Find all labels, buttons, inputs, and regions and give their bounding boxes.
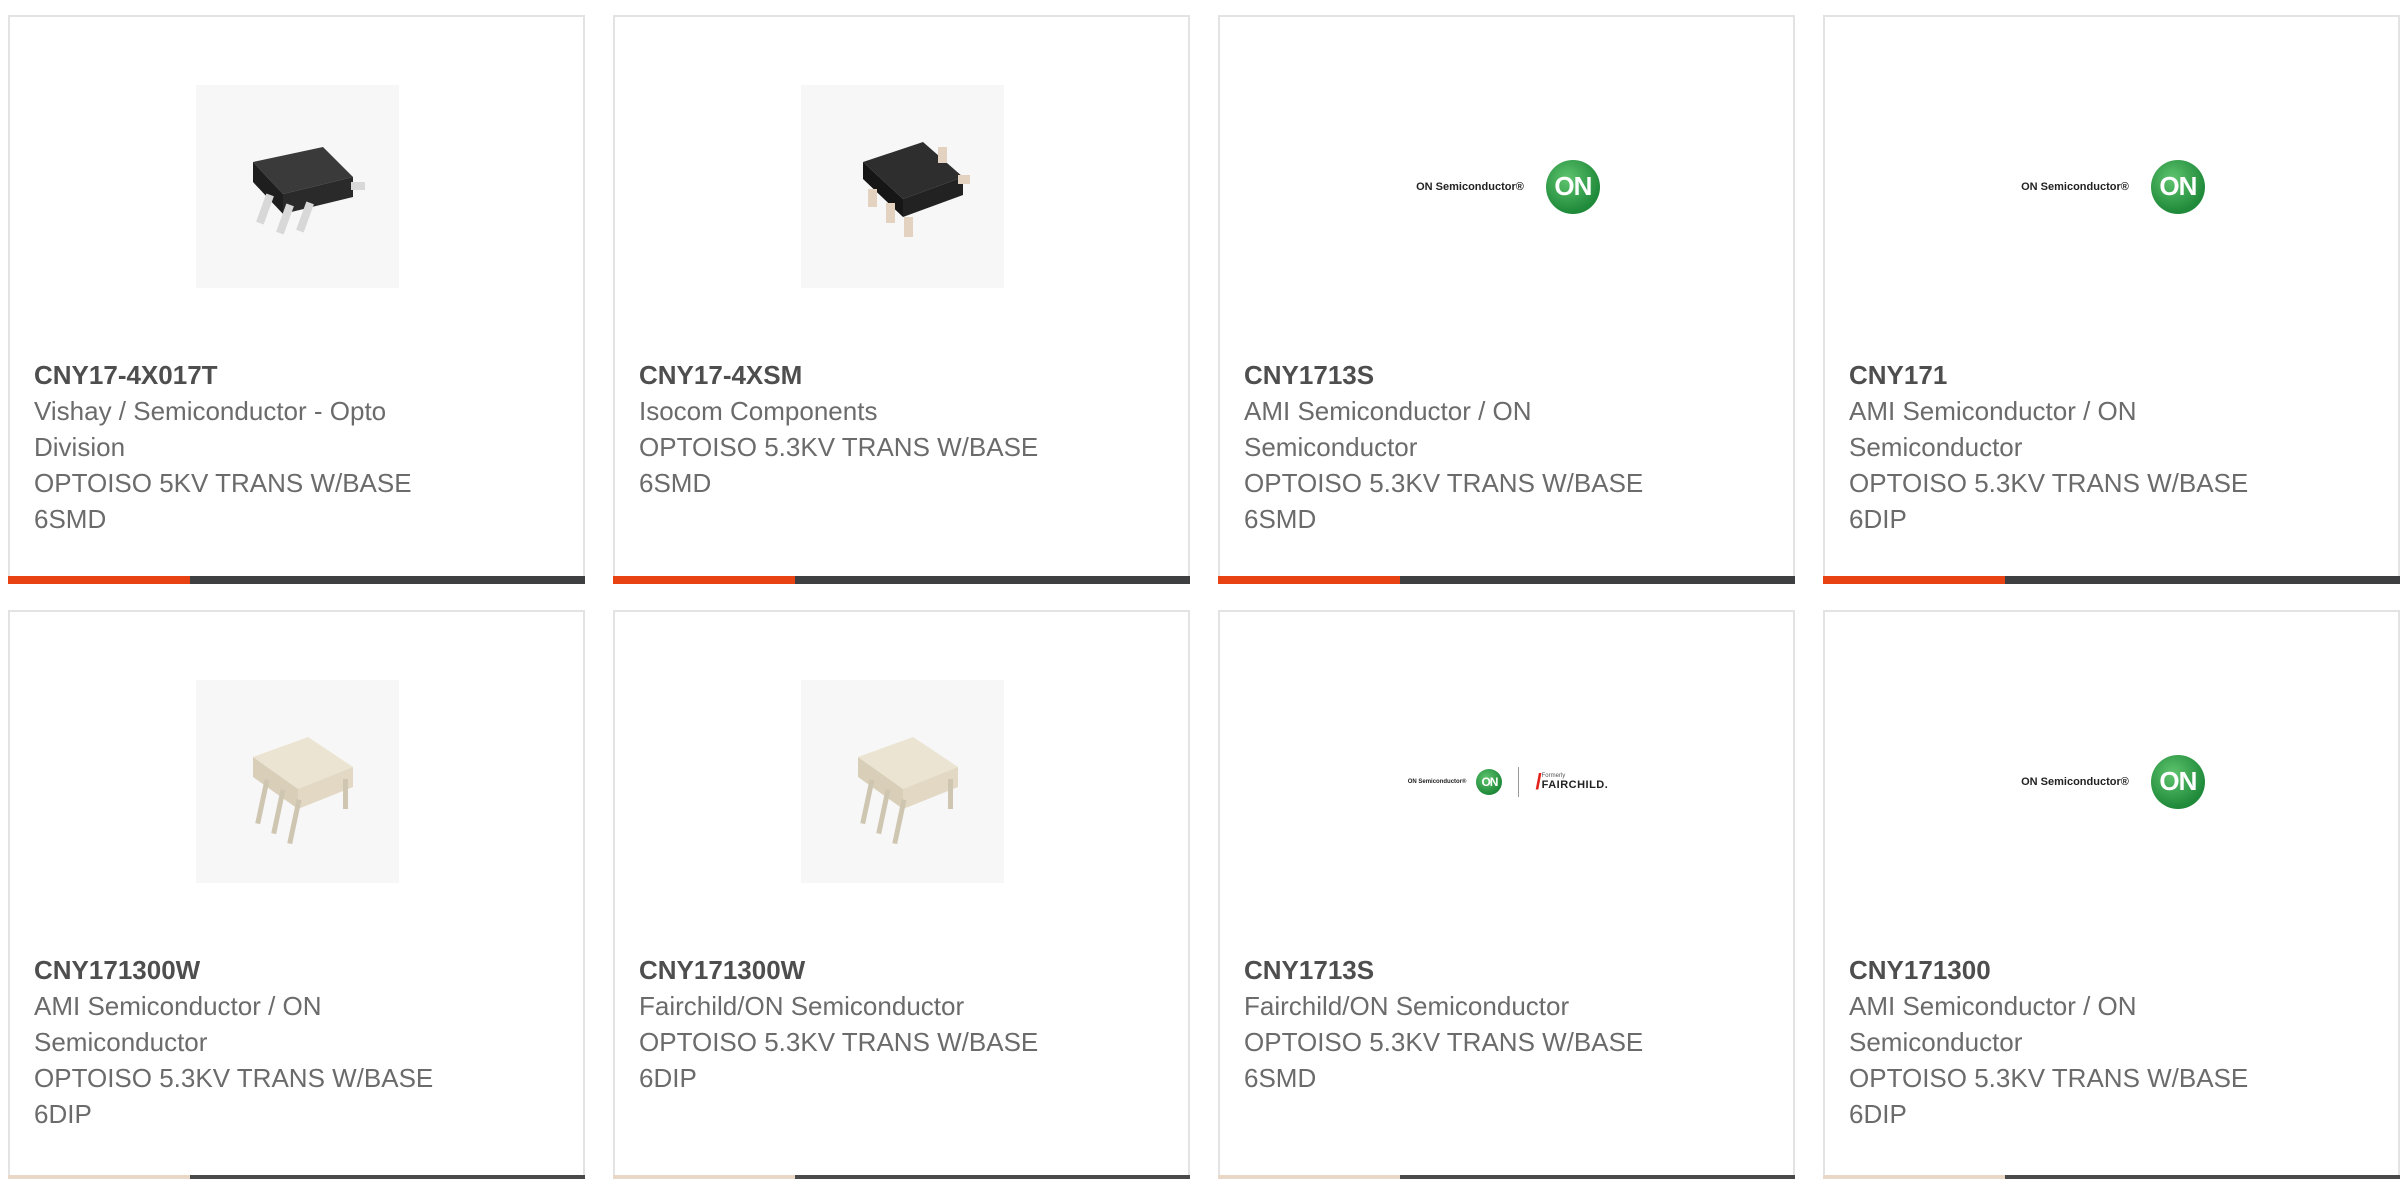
product-info: CNY17-4XSM Isocom Components OPTOISO 5.3… [639, 357, 1059, 501]
card-accent-bar [1823, 1175, 2005, 1179]
card-bottom-bar [1218, 1175, 1795, 1179]
on-semiconductor-logo: ON Semiconductor® ON [2021, 159, 2205, 214]
card-accent-bar [1218, 576, 1400, 584]
manufacturer: Fairchild/ON Semiconductor [1244, 991, 1570, 1021]
card-bottom-bar [1218, 576, 1795, 584]
part-number[interactable]: CNY1713S [1244, 357, 1664, 393]
product-image[interactable]: ON Semiconductor® ON / Formerly FAIRCHIL… [1378, 680, 1638, 883]
white-dip-chip-photo-icon [857, 736, 958, 844]
card-bottom-bar [613, 576, 1190, 584]
card-bottom-bar [1823, 1175, 2400, 1179]
description: OPTOISO 5.3KV TRANS W/BASE 6SMD [639, 432, 1039, 498]
product-image[interactable] [196, 85, 399, 288]
logo-text: ON Semiconductor® [1416, 180, 1524, 193]
product-info: CNY171300 AMI Semiconductor / ON Semicon… [1849, 952, 2269, 1132]
product-image[interactable]: ON Semiconductor® ON [1983, 680, 2243, 883]
product-image[interactable] [801, 85, 1004, 288]
part-number[interactable]: CNY171 [1849, 357, 2269, 393]
product-card[interactable]: ON Semiconductor® ON CNY171 AMI Semicond… [1823, 15, 2400, 584]
logo-divider [1518, 766, 1520, 797]
description: OPTOISO 5.3KV TRANS W/BASE 6DIP [639, 1027, 1039, 1093]
logo-text: ON Semiconductor® [1407, 778, 1467, 785]
part-number[interactable]: CNY17-4XSM [639, 357, 1059, 393]
card-bottom-bar [8, 1175, 585, 1179]
manufacturer: AMI Semiconductor / ON Semiconductor [1849, 396, 2137, 462]
card-bottom-bar [613, 1175, 1190, 1179]
part-number[interactable]: CNY171300W [639, 952, 1059, 988]
description: OPTOISO 5.3KV TRANS W/BASE 6DIP [34, 1063, 434, 1129]
product-info: CNY1713S Fairchild/ON Semiconductor OPTO… [1244, 952, 1664, 1096]
part-number[interactable]: CNY171300 [1849, 952, 2269, 988]
description: OPTOISO 5.3KV TRANS W/BASE 6DIP [1849, 1063, 2249, 1129]
black-smd-chip-photo-icon [862, 141, 970, 237]
on-logo-icon: ON [1545, 159, 1600, 214]
card-accent-bar [613, 1175, 795, 1179]
card-accent-bar [613, 576, 795, 584]
product-card[interactable]: CNY171300W Fairchild/ON Semiconductor OP… [613, 610, 1190, 1179]
product-grid: CNY17-4X017T Vishay / Semiconductor - Op… [8, 15, 2400, 1179]
on-logo-icon: ON [2150, 159, 2205, 214]
description: OPTOISO 5.3KV TRANS W/BASE 6SMD [1244, 1027, 1644, 1093]
on-logo-icon: ON [2150, 754, 2205, 809]
product-card[interactable]: ON Semiconductor® ON / Formerly FAIRCHIL… [1218, 610, 1795, 1179]
description: OPTOISO 5KV TRANS W/BASE 6SMD [34, 468, 412, 534]
card-accent-bar [1823, 576, 2005, 584]
part-number[interactable]: CNY17-4X017T [34, 357, 454, 393]
product-image[interactable] [801, 680, 1004, 883]
description: OPTOISO 5.3KV TRANS W/BASE 6SMD [1244, 468, 1644, 534]
product-info: CNY171300W AMI Semiconductor / ON Semico… [34, 952, 454, 1132]
fairchild-logo: Formerly FAIRCHILD. [1542, 773, 1609, 791]
manufacturer: Isocom Components [639, 396, 878, 426]
product-card[interactable]: ON Semiconductor® ON CNY171300 AMI Semic… [1823, 610, 2400, 1179]
logo-fairchild: FAIRCHILD. [1541, 778, 1609, 791]
product-info: CNY171300W Fairchild/ON Semiconductor OP… [639, 952, 1059, 1096]
on-semiconductor-logo: ON Semiconductor® ON [2021, 754, 2205, 809]
manufacturer: Fairchild/ON Semiconductor [639, 991, 965, 1021]
product-card[interactable]: CNY17-4XSM Isocom Components OPTOISO 5.3… [613, 15, 1190, 584]
part-number[interactable]: CNY1713S [1244, 952, 1664, 988]
product-image[interactable]: ON Semiconductor® ON [1983, 85, 2243, 288]
product-card[interactable]: CNY171300W AMI Semiconductor / ON Semico… [8, 610, 585, 1179]
product-image[interactable] [196, 680, 399, 883]
product-card[interactable]: CNY17-4X017T Vishay / Semiconductor - Op… [8, 15, 585, 584]
product-info: CNY171 AMI Semiconductor / ON Semiconduc… [1849, 357, 2269, 537]
part-number[interactable]: CNY171300W [34, 952, 454, 988]
logo-text: ON Semiconductor® [2021, 775, 2129, 788]
manufacturer: Vishay / Semiconductor - Opto Division [34, 396, 387, 462]
product-image[interactable]: ON Semiconductor® ON [1378, 85, 1638, 288]
description: OPTOISO 5.3KV TRANS W/BASE 6DIP [1849, 468, 2249, 534]
card-bottom-bar [1823, 576, 2400, 584]
logo-text: ON Semiconductor® [2021, 180, 2129, 193]
manufacturer: AMI Semiconductor / ON Semiconductor [1849, 991, 2137, 1057]
on-logo-icon: ON [1476, 768, 1503, 795]
card-accent-bar [8, 1175, 190, 1179]
black-smd-chip-photo-icon [252, 146, 365, 234]
product-info: CNY1713S AMI Semiconductor / ON Semicond… [1244, 357, 1664, 537]
product-info: CNY17-4X017T Vishay / Semiconductor - Op… [34, 357, 454, 537]
card-accent-bar [8, 576, 190, 584]
on-fairchild-logo: ON Semiconductor® ON / Formerly FAIRCHIL… [1407, 766, 1609, 797]
white-dip-chip-photo-icon [252, 736, 353, 844]
card-accent-bar [1218, 1175, 1400, 1179]
card-bottom-bar [8, 576, 585, 584]
on-semiconductor-logo: ON Semiconductor® ON [1416, 159, 1600, 214]
manufacturer: AMI Semiconductor / ON Semiconductor [34, 991, 322, 1057]
manufacturer: AMI Semiconductor / ON Semiconductor [1244, 396, 1532, 462]
product-card[interactable]: ON Semiconductor® ON CNY1713S AMI Semico… [1218, 15, 1795, 584]
